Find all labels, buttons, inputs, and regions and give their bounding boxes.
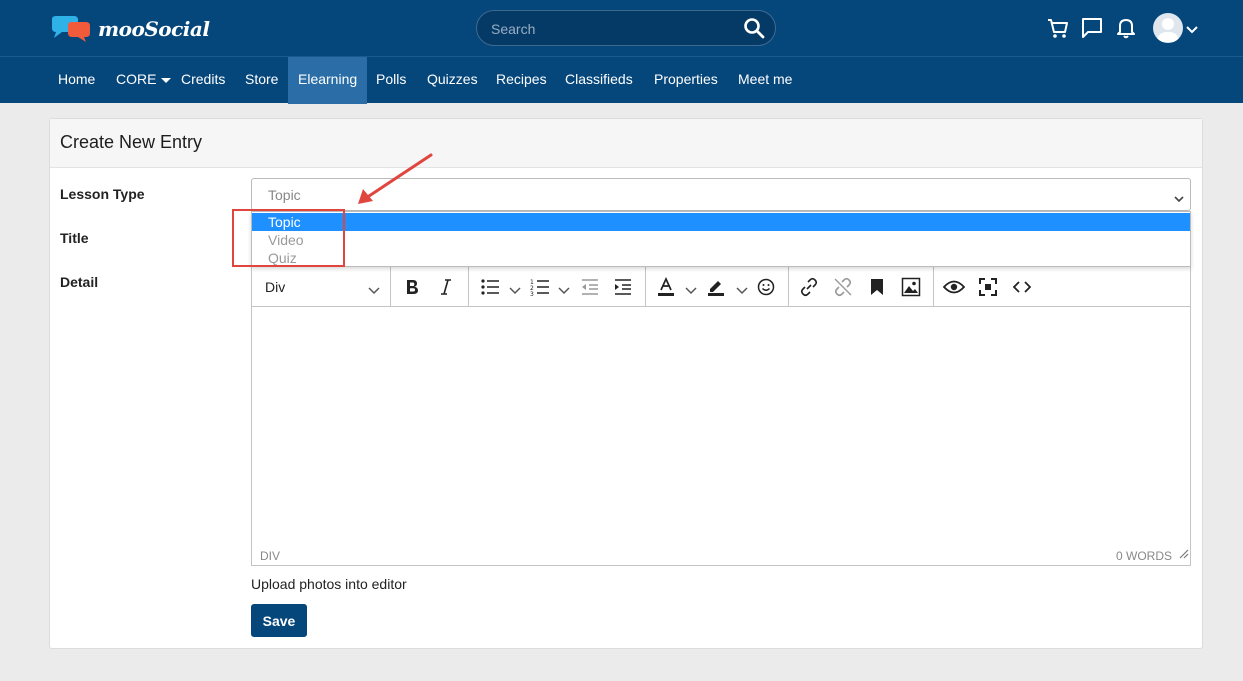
- link-icon[interactable]: [798, 276, 820, 298]
- chat-icon[interactable]: [1080, 16, 1104, 40]
- nav-label: Classifieds: [565, 71, 633, 87]
- search-input[interactable]: [491, 19, 731, 39]
- nav-item-classifieds[interactable]: Classifieds: [555, 57, 643, 104]
- word-count: 0 WORDS: [1115, 549, 1172, 563]
- detail-label: Detail: [60, 274, 99, 290]
- italic-icon[interactable]: [435, 276, 457, 298]
- search-box[interactable]: [476, 10, 776, 46]
- chevron-down-icon[interactable]: [368, 282, 380, 300]
- nav-label: Store: [245, 71, 279, 87]
- bookmark-icon[interactable]: [866, 276, 888, 298]
- annotation-highlight-box: [232, 209, 345, 267]
- detail-editor[interactable]: Div 123 DIV 0 WORDS: [251, 266, 1191, 566]
- nav-label: Polls: [376, 71, 407, 87]
- nav-item-polls[interactable]: Polls: [366, 57, 416, 104]
- card-header: Create New Entry: [50, 119, 1202, 168]
- source-code-icon[interactable]: [1011, 276, 1033, 298]
- highlight-color-icon[interactable]: [705, 276, 727, 298]
- block-format-select[interactable]: Div: [265, 279, 285, 295]
- search-icon[interactable]: [743, 17, 765, 44]
- nav-label: Properties: [654, 71, 718, 87]
- chevron-down-icon[interactable]: [509, 282, 521, 300]
- bold-icon[interactable]: [401, 276, 423, 298]
- chevron-down-icon: [1174, 190, 1184, 208]
- avatar-icon[interactable]: [1153, 13, 1183, 43]
- nav-item-properties[interactable]: Properties: [644, 57, 728, 104]
- nav-label: Credits: [181, 71, 226, 87]
- toolbar-divider: [390, 267, 391, 307]
- preview-eye-icon[interactable]: [943, 276, 965, 298]
- image-icon[interactable]: [900, 276, 922, 298]
- toolbar-divider: [645, 267, 646, 307]
- chevron-down-icon[interactable]: [558, 282, 570, 300]
- upload-photos-link[interactable]: Upload photos into editor: [251, 576, 407, 592]
- page-title: Create New Entry: [60, 132, 203, 152]
- toolbar-divider: [468, 267, 469, 307]
- dropdown-option-topic[interactable]: Topic: [252, 213, 1190, 231]
- chevron-down-icon[interactable]: [685, 282, 697, 300]
- outdent-icon[interactable]: [579, 276, 601, 298]
- nav-item-home[interactable]: Home: [48, 57, 105, 104]
- brand-logo[interactable]: mooSocial: [48, 14, 210, 44]
- logo-icon: [52, 16, 90, 42]
- nav-item-recipes[interactable]: Recipes: [486, 57, 557, 104]
- svg-text:3: 3: [530, 291, 534, 296]
- editor-status-bar: DIV 0 WORDS: [252, 547, 1190, 565]
- chevron-down-icon[interactable]: [736, 282, 748, 300]
- nav-item-quizzes[interactable]: Quizzes: [417, 57, 488, 104]
- bullet-list-icon[interactable]: [479, 276, 501, 298]
- nav-item-store[interactable]: Store: [235, 57, 288, 104]
- lesson-type-label: Lesson Type: [60, 186, 145, 202]
- brand-name: mooSocial: [98, 17, 210, 41]
- chevron-down-icon[interactable]: [1186, 22, 1198, 40]
- fullscreen-icon[interactable]: [977, 276, 999, 298]
- emoji-icon[interactable]: [755, 276, 777, 298]
- numbered-list-icon[interactable]: 123: [529, 276, 551, 298]
- nav-label: Quizzes: [427, 71, 478, 87]
- unlink-icon[interactable]: [832, 276, 854, 298]
- top-header: mooSocial: [0, 0, 1243, 56]
- caret-down-icon: [161, 77, 172, 83]
- annotation-arrow-icon: [358, 153, 433, 204]
- indent-icon[interactable]: [612, 276, 634, 298]
- text-color-icon[interactable]: [655, 276, 677, 298]
- lesson-type-dropdown: Topic Video Quiz: [251, 211, 1191, 267]
- resize-handle-icon[interactable]: [1179, 546, 1189, 564]
- toolbar-divider: [933, 267, 934, 307]
- editor-toolbar: Div 123: [252, 267, 1190, 307]
- nav-item-elearning[interactable]: Elearning: [288, 57, 368, 104]
- lesson-type-value: Topic: [268, 187, 301, 203]
- save-button[interactable]: Save: [251, 604, 307, 637]
- nav-label: CORE: [116, 71, 157, 87]
- nav-label: Meet me: [738, 71, 793, 87]
- nav-item-meet-me[interactable]: Meet me: [728, 57, 802, 104]
- nav-label: Elearning: [298, 71, 358, 87]
- nav-item-credits[interactable]: Credits: [171, 57, 235, 104]
- element-path[interactable]: DIV: [260, 549, 280, 563]
- dropdown-option-quiz[interactable]: Quiz: [252, 249, 1190, 267]
- title-label: Title: [60, 230, 89, 246]
- cart-icon[interactable]: [1046, 16, 1070, 40]
- main-nav: Home CORE Credits Store Elearning Polls …: [0, 56, 1243, 104]
- dropdown-option-video[interactable]: Video: [252, 231, 1190, 249]
- toolbar-divider: [788, 267, 789, 307]
- bell-icon[interactable]: [1114, 16, 1138, 40]
- nav-label: Home: [58, 71, 96, 87]
- nav-label: Recipes: [496, 71, 547, 87]
